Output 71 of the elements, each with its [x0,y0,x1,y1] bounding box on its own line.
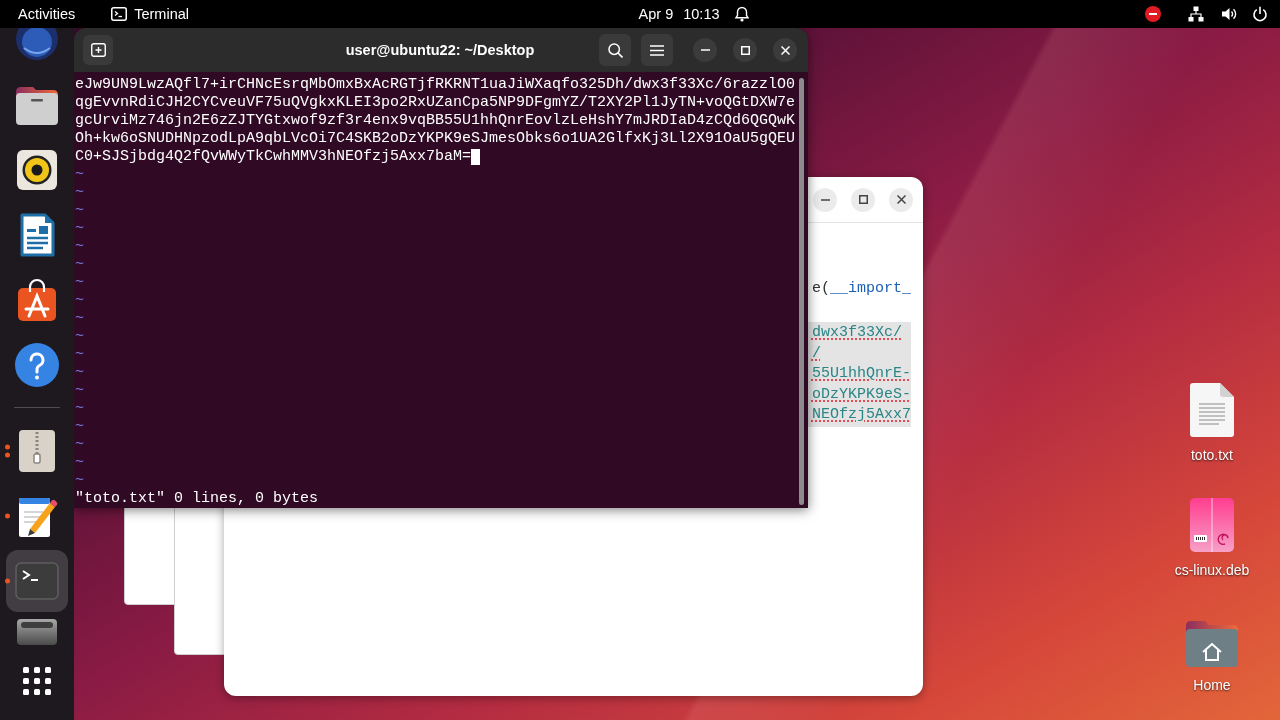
maximize-button[interactable] [851,187,875,212]
apps-grid-icon[interactable] [23,667,51,695]
status-message: "toto.txt" 0 lines, 0 bytes [75,490,319,508]
shopping-bag-icon [15,277,59,322]
code-line: NEOfzj5Axx7 [811,405,911,425]
minimize-button[interactable] [813,187,837,212]
help-icon [15,342,59,387]
network-icon[interactable] [1188,6,1204,22]
tilde-marker: ~ [75,382,84,400]
clock-button[interactable]: Apr 9 10:13 [626,2,762,26]
terminal-icon [111,7,128,21]
search-icon [607,42,623,58]
globe-icon [15,28,59,61]
code-line: / [811,343,821,364]
file-name-label[interactable]: cs-linux.deb [1174,562,1250,578]
tilde-marker: ~ [75,274,84,292]
file-name-label[interactable]: toto.txt [1191,447,1233,463]
maximize-icon [740,45,750,55]
tilde-marker: ~ [75,328,84,346]
tilde-marker: ~ [75,220,84,238]
tilde-marker: ~ [75,472,84,490]
speaker-icon [15,147,59,192]
terminal-line: Oh+kw6oSNUDHNpzodLpA9qbLVcOi7C4SKB2oDzYKPK9eSJmesObks6o1UA2GlfxKj3Ll2X91OaU5gQEU [75,130,796,148]
tilde-marker: ~ [75,292,84,310]
window-title: user@ubuntu22: ~/Desktop [345,42,535,58]
activities-button[interactable]: Activities [6,2,88,26]
scrollbar[interactable] [799,78,804,505]
tilde-marker: ~ [75,184,84,202]
close-button[interactable] [889,187,913,212]
tilde-marker: ~ [75,418,84,436]
code-line: oDzYKPK9eS- [811,384,911,405]
app-menu-button[interactable]: Terminal [99,2,201,26]
code-line: dwx3f33Xc/ [811,323,902,343]
home-folder-icon[interactable] [1185,620,1239,668]
close-icon [896,195,906,204]
terminal-line: C0+SJSjbdg4Q2fQvWWyTkCwhMMV3hNEOfzj5Axx7baM= [75,148,472,166]
minimize-icon [820,198,830,201]
bell-icon [733,6,750,22]
code-line: e(__import_ [811,279,911,299]
package-icon[interactable] [1189,497,1235,553]
text-file-icon[interactable] [1189,382,1235,438]
new-tab-button[interactable] [83,35,113,65]
tilde-marker: ~ [75,364,84,382]
new-tab-icon [90,43,106,57]
power-icon[interactable] [1252,6,1268,22]
minimize-button[interactable] [693,38,717,62]
volume-icon[interactable] [1221,6,1237,22]
search-button[interactable] [599,34,631,66]
tilde-marker: ~ [75,166,84,184]
close-icon [780,45,790,55]
tilde-marker: ~ [75,202,84,220]
terminal-line: qgEvvnRdiCJH2CYCveuVF75uQVgkxKLEI3po2RxUZanCpa5NP9DFgmYZ/T2XY2Pl1JyTN+voQGtDXW7e [75,94,796,112]
menu-button[interactable] [641,34,673,66]
terminal-line: eJw9UN9LwzAQfl7+irCHNcEsrqMbOmxBxAcRGTjfRKRNT1uaJiWXaqfo325Dh/dwx3f33Xc/6razzlO0 [75,76,796,94]
tilde-marker: ~ [75,310,84,328]
tilde-marker: ~ [75,400,84,418]
menu-icon [650,44,664,56]
do-not-disturb-icon[interactable] [1145,6,1161,22]
file-name-label[interactable]: Home [1193,677,1231,693]
tilde-marker: ~ [75,238,84,256]
close-button[interactable] [773,38,797,62]
maximize-icon [858,195,868,204]
drive-icon [17,619,57,645]
tilde-marker: ~ [75,454,84,472]
minimize-icon [700,49,710,51]
terminal-line: gcUrviMz746jn2E6zZJTYGtxwof9zf3r4enx9vqBB55U1hhQnrEovlzLeHshY7mJRDIaD4zCQd6QGQwK [75,112,796,130]
tilde-marker: ~ [75,346,84,364]
maximize-button[interactable] [733,38,757,62]
tilde-marker: ~ [75,436,84,454]
code-line: 55U1hhQnrE- [811,364,911,384]
tilde-marker: ~ [75,256,84,274]
